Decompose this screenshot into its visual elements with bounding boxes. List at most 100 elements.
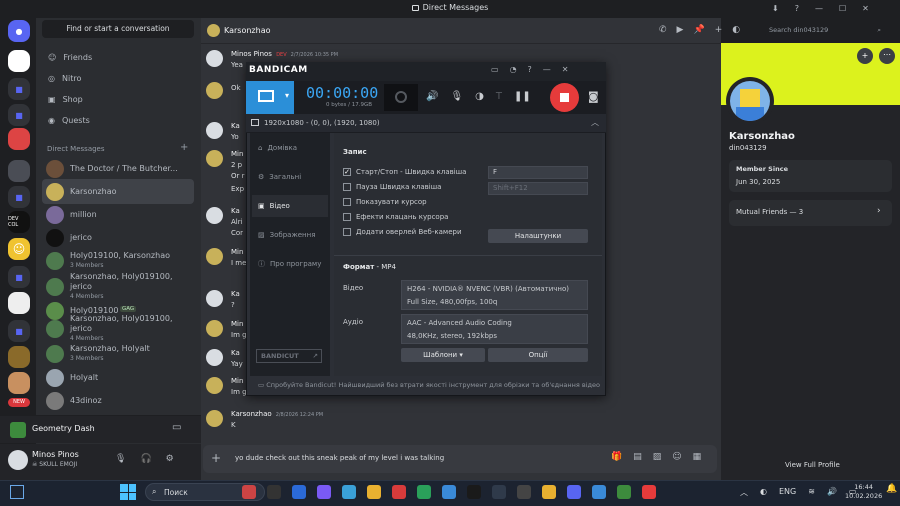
profile-avatar[interactable] [726, 77, 774, 125]
server-icon[interactable] [8, 128, 30, 150]
folder-icon[interactable]: ▭ [491, 65, 499, 74]
dm-item[interactable]: Karsonzhao, Holyalt 3 Members [42, 341, 194, 366]
checkbox-row[interactable]: Показувати курсор [343, 198, 427, 206]
add-friend-icon[interactable]: + [715, 25, 723, 35]
taskbar-app-icon[interactable] [392, 485, 406, 499]
dm-item[interactable]: Holy019100, Karsonzhao 3 Members [42, 248, 194, 273]
footer-text[interactable]: Спробуйте Bandicut! Найшвидший без втрат… [266, 381, 600, 389]
options-button[interactable]: Опції [488, 348, 588, 362]
avatar[interactable] [206, 290, 223, 307]
chevron-up-icon[interactable]: ︿ [591, 117, 599, 128]
bandicam-nav-image[interactable]: ▨ Зображення [252, 224, 328, 246]
maximize-icon[interactable]: ☐ [839, 4, 846, 13]
dm-item[interactable]: million [42, 202, 194, 227]
dm-item[interactable]: 43dinoz [42, 388, 194, 413]
taskbar-app-icon[interactable] [642, 485, 656, 499]
templates-button[interactable]: Шаблони ▾ [401, 348, 485, 362]
close-icon[interactable]: ✕ [862, 4, 869, 13]
message-composer[interactable]: + yo dude check out this sneak peak of m… [203, 445, 717, 473]
video-icon[interactable]: ▶ [677, 25, 684, 35]
clock[interactable]: 16:44 10.02.2026 [845, 483, 882, 501]
taskbar-app-icon[interactable] [267, 485, 281, 499]
emoji-icon[interactable]: ☺ [672, 452, 681, 462]
dm-item[interactable]: Karsonzhao, Holy019100, jerico 4 Members [42, 272, 194, 300]
folder-icon[interactable]: ■ [8, 320, 30, 342]
bandicam-nav-general[interactable]: ⚙ Загальні [252, 166, 328, 188]
audio-codec-box[interactable]: AAC - Advanced Audio Coding 48,0KHz, ste… [401, 314, 588, 344]
bandicam-nav-video[interactable]: ▣ Відео [252, 195, 328, 217]
minimize-icon[interactable]: — [543, 65, 551, 74]
help-icon[interactable]: ? [528, 65, 532, 74]
download-icon[interactable]: ⬇ [772, 4, 779, 13]
minimize-icon[interactable]: — [815, 4, 823, 13]
record-button[interactable] [550, 83, 579, 112]
video-codec-box[interactable]: H264 - NVIDIA® NVENC (VBR) (Автоматично)… [401, 280, 588, 310]
checkbox-unchecked[interactable] [343, 213, 351, 221]
view-full-profile-link[interactable]: View Full Profile [785, 461, 840, 469]
sticker-icon[interactable]: ▨ [653, 452, 662, 462]
taskbar-app-icon[interactable] [492, 485, 506, 499]
checkbox-checked[interactable]: ✓ [343, 168, 351, 176]
checkbox-row[interactable]: Пауза Швидка клавіша [343, 183, 441, 191]
apps-icon[interactable]: ▦ [693, 452, 702, 462]
find-conversation-button[interactable]: Find or start a conversation [42, 20, 194, 38]
emoji-server-icon[interactable]: ☺ [8, 238, 30, 260]
hotkey-start-field[interactable]: F [488, 166, 588, 179]
attach-plus-icon[interactable]: + [211, 451, 221, 465]
help-icon[interactable]: ? [795, 4, 799, 13]
gift-icon[interactable]: 🎁 [611, 452, 622, 462]
mutual-friends-card[interactable]: Mutual Friends — 3 › [729, 200, 892, 226]
checkbox-row[interactable]: Додати оверлей Веб-камери [343, 228, 462, 236]
dm-item[interactable]: The Doctor / The Butcher... [42, 156, 194, 181]
webcam-button[interactable] [384, 84, 418, 111]
checkbox-unchecked[interactable] [343, 183, 351, 191]
clock-icon[interactable]: ◔ [510, 65, 517, 74]
avatar[interactable] [206, 207, 223, 224]
taskbar-app-icon[interactable] [592, 485, 606, 499]
add-friend-icon[interactable]: + [857, 48, 873, 64]
wifi-icon[interactable]: ≋ [808, 487, 815, 498]
widgets-icon[interactable] [10, 485, 24, 499]
avatar[interactable] [206, 377, 223, 394]
add-dm-icon[interactable]: + [180, 142, 188, 153]
more-icon[interactable]: ⋯ [879, 48, 895, 64]
avatar[interactable] [8, 450, 28, 470]
checkbox-unchecked[interactable] [343, 198, 351, 206]
dm-item[interactable]: Karsonzhao [42, 179, 194, 204]
checkbox-unchecked[interactable] [343, 228, 351, 236]
pin-icon[interactable]: 📌 [693, 25, 704, 35]
server-icon[interactable] [8, 160, 30, 182]
speaker-icon[interactable]: 🔊 [827, 487, 837, 498]
text-overlay-icon[interactable]: T [496, 91, 502, 102]
bandicut-button[interactable]: BANDICUT ↗ [256, 349, 322, 363]
bandicam-nav-about[interactable]: ⓘ Про програму [252, 253, 328, 275]
taskbar-app-icon[interactable] [442, 485, 456, 499]
taskbar-app-icon[interactable] [542, 485, 556, 499]
taskbar-app-icon[interactable] [342, 485, 356, 499]
screen-mode-button[interactable]: ▾ [246, 81, 294, 114]
nav-nitro[interactable]: ◎ Nitro [42, 68, 192, 88]
profile-icon[interactable]: ◐ [732, 25, 740, 35]
language-indicator[interactable]: ENG [779, 487, 796, 498]
composer-text[interactable]: yo dude check out this sneak peak of my … [235, 454, 444, 462]
taskbar-app-icon[interactable] [517, 485, 531, 499]
taskbar-app-icon[interactable] [467, 485, 481, 499]
search-input[interactable]: Search din043129 ⌕ [765, 23, 885, 37]
call-icon[interactable]: ✆ [659, 25, 667, 35]
close-icon[interactable]: ✕ [562, 65, 569, 74]
camera-icon[interactable]: ◙ [588, 90, 599, 103]
server-icon[interactable] [8, 346, 30, 368]
checkbox-row[interactable]: ✓ Старт/Стоп - Швидка клавіша [343, 168, 466, 176]
avatar[interactable] [206, 248, 223, 265]
avatar[interactable] [206, 82, 223, 99]
taskbar-app-icon[interactable] [292, 485, 306, 499]
taskbar-app-icon[interactable] [417, 485, 431, 499]
tray-app-icon[interactable]: ◐ [760, 487, 767, 498]
hotkey-pause-field[interactable]: Shift+F12 [488, 182, 588, 195]
cursor-effects-icon[interactable]: ◑ [475, 91, 484, 102]
bandicam-nav-home[interactable]: ⌂ Домівка [252, 137, 328, 159]
dm-item[interactable]: Holyalt [42, 365, 194, 390]
server-icon[interactable] [8, 372, 30, 394]
nav-friends[interactable]: ☺ Friends [42, 47, 192, 67]
folder-icon[interactable]: ■ [8, 266, 30, 288]
